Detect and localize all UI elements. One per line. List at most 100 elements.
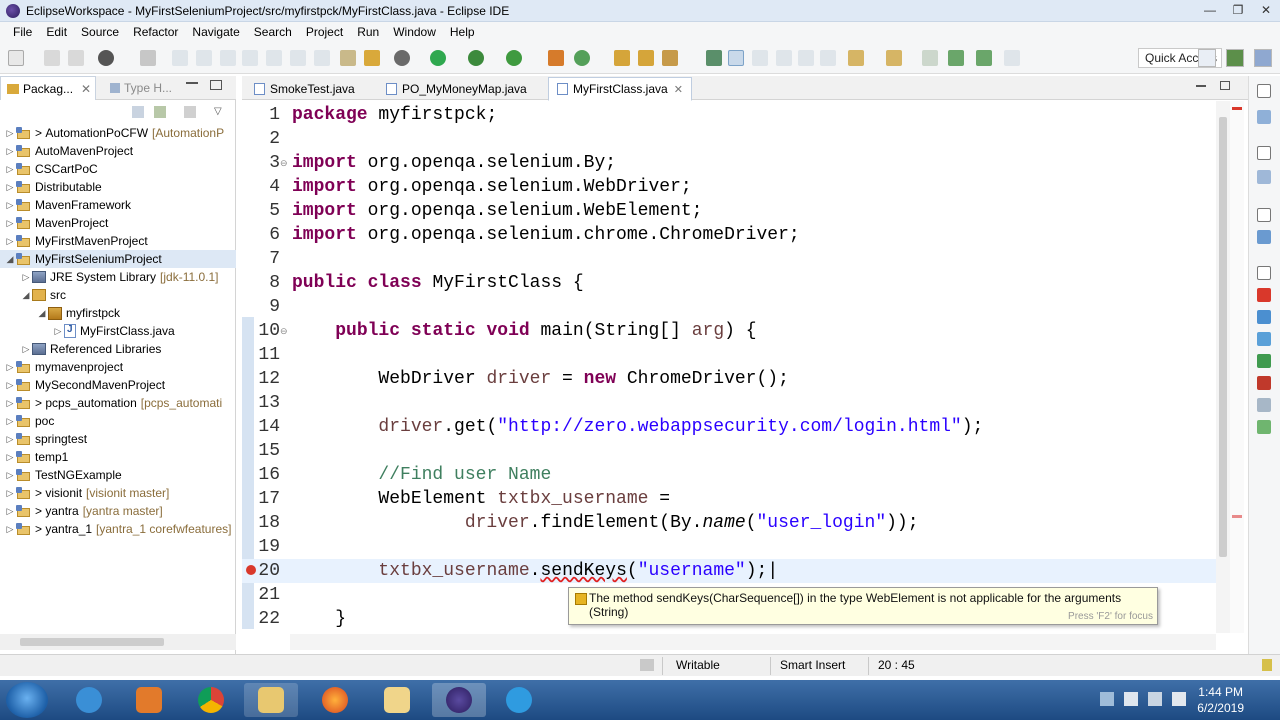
minimize-editor-icon[interactable] xyxy=(1196,85,1206,87)
forward-icon[interactable] xyxy=(976,50,992,66)
code-line[interactable]: 15 xyxy=(242,439,1216,463)
view-menu-icon[interactable]: ▽ xyxy=(214,106,222,117)
code-line[interactable]: 8 public class MyFirstClass { xyxy=(242,271,1216,295)
close-icon[interactable]: ✕ xyxy=(81,82,91,96)
tree-item[interactable]: ◢ MyFirstSeleniumProject xyxy=(0,250,236,268)
save-all-icon[interactable] xyxy=(68,50,84,66)
use-step-filters-icon[interactable] xyxy=(340,50,356,66)
start-button[interactable] xyxy=(6,682,48,718)
last-edit-icon[interactable] xyxy=(922,50,938,66)
collapse-all-icon[interactable] xyxy=(132,106,144,118)
collapsed-arrow-icon[interactable]: ▷ xyxy=(4,469,16,481)
code-line[interactable]: 18 driver.findElement(By.name("user_logi… xyxy=(242,511,1216,535)
menu-source[interactable]: Source xyxy=(74,25,126,39)
close-tab-icon[interactable]: ✕ xyxy=(674,83,683,96)
tree-item[interactable]: ▷ MyFirstMavenProject xyxy=(0,232,236,250)
tree-item[interactable]: ▷ MySecondMavenProject xyxy=(0,376,236,394)
next-annotation-icon[interactable] xyxy=(848,50,864,66)
system-clock[interactable]: 1:44 PM 6/2/2019 xyxy=(1197,684,1244,716)
minimize-button[interactable]: — xyxy=(1196,0,1224,20)
collapsed-arrow-icon[interactable]: ▷ xyxy=(4,505,16,517)
restore-view-icon[interactable] xyxy=(1257,208,1271,222)
step-into-icon[interactable] xyxy=(266,50,282,66)
tree-item[interactable]: ▷ Distributable xyxy=(0,178,236,196)
tree-item[interactable]: ◢ src xyxy=(0,286,236,304)
pin-editor-icon[interactable] xyxy=(1004,50,1020,66)
debug-run-icon[interactable] xyxy=(394,50,410,66)
code-line[interactable]: 3 ⊖ import org.openqa.selenium.By; xyxy=(242,151,1216,175)
focus-icon[interactable] xyxy=(184,106,196,118)
collapsed-arrow-icon[interactable]: ▷ xyxy=(4,397,16,409)
debug-icon[interactable] xyxy=(98,50,114,66)
tree-item[interactable]: ▷ poc xyxy=(0,412,236,430)
collapsed-arrow-icon[interactable]: ▷ xyxy=(4,145,16,157)
explorer-taskbar-icon[interactable] xyxy=(244,683,298,717)
collapsed-arrow-icon[interactable]: ▷ xyxy=(52,325,64,337)
skip-breakpoints-icon[interactable] xyxy=(140,50,156,66)
problems-icon[interactable] xyxy=(1257,288,1271,302)
show-whitespace-icon[interactable] xyxy=(798,50,814,66)
collapsed-arrow-icon[interactable]: ▷ xyxy=(20,343,32,355)
collapsed-arrow-icon[interactable]: ▷ xyxy=(4,361,16,373)
editor-horizontal-scrollbar[interactable] xyxy=(290,634,1216,650)
menu-edit[interactable]: Edit xyxy=(39,25,74,39)
collapsed-arrow-icon[interactable]: ▷ xyxy=(4,451,16,463)
eclipse-taskbar-icon[interactable] xyxy=(432,683,486,717)
media-player-taskbar-icon[interactable] xyxy=(122,683,176,717)
coverage-icon[interactable] xyxy=(468,50,484,66)
network-icon[interactable] xyxy=(1148,692,1162,706)
code-line[interactable]: 1 package myfirstpck; xyxy=(242,103,1216,127)
scrollbar-thumb[interactable] xyxy=(1219,117,1227,557)
tree-horizontal-scrollbar[interactable] xyxy=(0,634,236,650)
code-line[interactable]: 19 xyxy=(242,535,1216,559)
code-line[interactable]: 12 WebDriver driver = new ChromeDriver()… xyxy=(242,367,1216,391)
javadoc-icon[interactable] xyxy=(1257,310,1271,324)
hierarchy-icon[interactable] xyxy=(1257,230,1271,244)
menu-project[interactable]: Project xyxy=(299,25,350,39)
code-line[interactable]: 16 //Find user Name xyxy=(242,463,1216,487)
menu-refactor[interactable]: Refactor xyxy=(126,25,185,39)
resume-icon[interactable] xyxy=(172,50,188,66)
debug-perspective-icon[interactable] xyxy=(1254,49,1272,67)
menu-navigate[interactable]: Navigate xyxy=(185,25,246,39)
code-line[interactable]: 9 xyxy=(242,295,1216,319)
code-line[interactable]: 20 txtbx_username.sendKeys("username");| xyxy=(242,559,1216,583)
toggle-word-wrap-icon[interactable] xyxy=(752,50,768,66)
tree-item[interactable]: ▷ > pcps_automation [pcps_automati xyxy=(0,394,236,412)
new-java-project-icon[interactable] xyxy=(548,50,564,66)
menu-window[interactable]: Window xyxy=(386,25,443,39)
expanded-arrow-icon[interactable]: ◢ xyxy=(20,289,32,301)
folder-taskbar-icon[interactable] xyxy=(370,683,424,717)
tree-item[interactable]: ▷ > yantra_1 [yantra_1 corefwfeatures] xyxy=(0,520,236,538)
chrome-taskbar-icon[interactable] xyxy=(184,683,238,717)
editor-vertical-scrollbar[interactable] xyxy=(1216,101,1230,633)
open-type-icon[interactable] xyxy=(614,50,630,66)
tree-item[interactable]: ▷ springtest xyxy=(0,430,236,448)
collapsed-arrow-icon[interactable]: ▷ xyxy=(4,199,16,211)
step-over-icon[interactable] xyxy=(290,50,306,66)
maximize-view-icon[interactable] xyxy=(210,80,222,90)
code-line[interactable]: 4 import org.openqa.selenium.WebDriver; xyxy=(242,175,1216,199)
code-line[interactable]: 10 ⊖ public static void main(String[] arg… xyxy=(242,319,1216,343)
junit-icon[interactable] xyxy=(1257,420,1271,434)
search-view-icon[interactable] xyxy=(1257,398,1271,412)
collapsed-arrow-icon[interactable]: ▷ xyxy=(4,127,16,139)
collapsed-arrow-icon[interactable]: ▷ xyxy=(4,181,16,193)
code-line[interactable]: 17 WebElement txtbx_username = xyxy=(242,487,1216,511)
notification-icon[interactable] xyxy=(1262,659,1272,671)
tree-item[interactable]: ▷ > visionit [visionit master] xyxy=(0,484,236,502)
toggle-mark-occurrences-icon[interactable] xyxy=(728,50,744,66)
collapsed-arrow-icon[interactable]: ▷ xyxy=(20,271,32,283)
collapsed-arrow-icon[interactable]: ▷ xyxy=(4,523,16,535)
minimize-view-icon[interactable] xyxy=(186,82,198,84)
external-tools-icon[interactable] xyxy=(506,50,522,66)
code-line[interactable]: 5 import org.openqa.selenium.WebElement; xyxy=(242,199,1216,223)
collapsed-arrow-icon[interactable]: ▷ xyxy=(4,379,16,391)
action-center-icon[interactable] xyxy=(1124,692,1138,706)
restore-view-icon[interactable] xyxy=(1257,266,1271,280)
code-editor[interactable]: 1 package myfirstpck; 2 3 ⊖ import org.openqa… xyxy=(242,101,1216,633)
tab-po-mymoneymap[interactable]: PO_MyMoneyMap.java xyxy=(378,78,535,100)
close-button[interactable]: ✕ xyxy=(1252,0,1280,20)
task-list-icon[interactable] xyxy=(1257,170,1271,184)
code-line[interactable]: 6 import org.openqa.selenium.chrome.Chrom… xyxy=(242,223,1216,247)
